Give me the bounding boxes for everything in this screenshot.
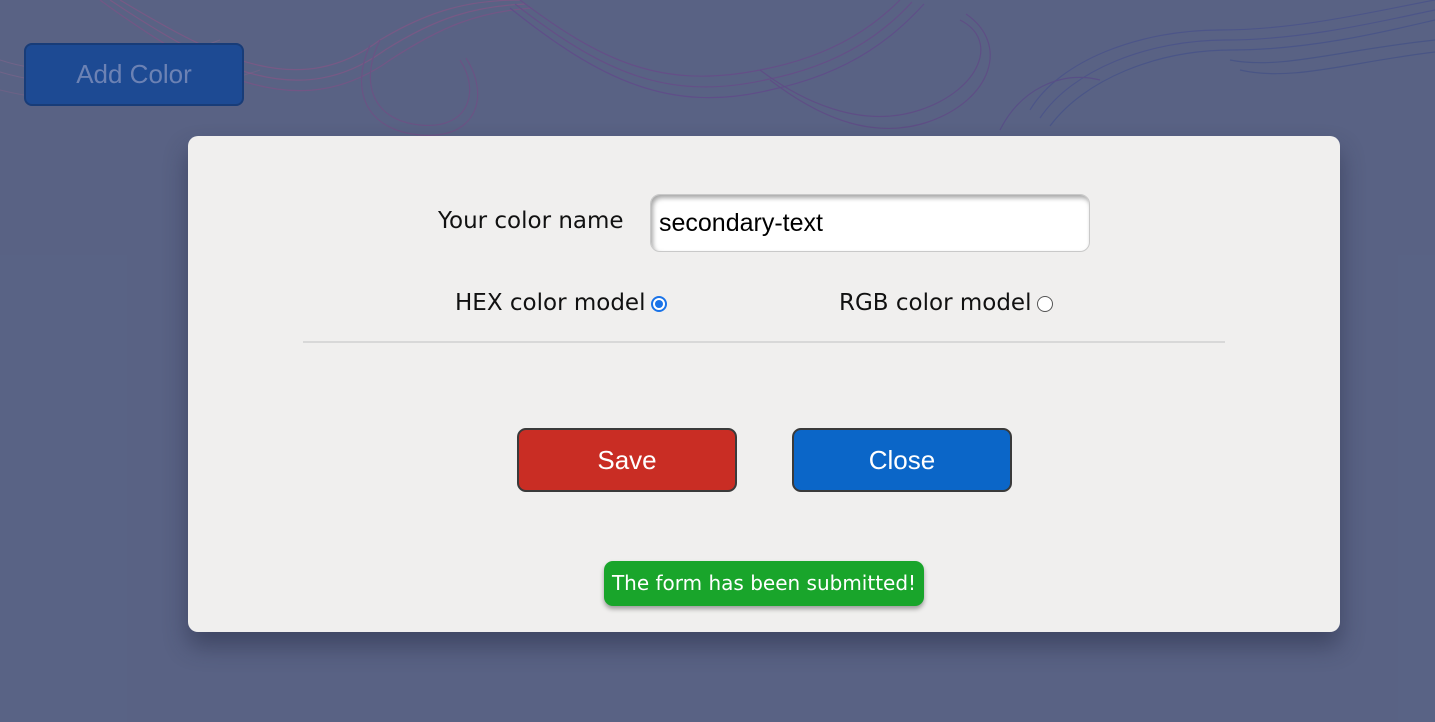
rgb-radio-button[interactable] <box>1037 296 1054 312</box>
close-button[interactable]: Close <box>792 428 1012 492</box>
save-button[interactable]: Save <box>517 428 737 492</box>
hex-color-model-option[interactable]: HEX color model <box>455 290 668 316</box>
rgb-color-model-option[interactable]: RGB color model <box>839 290 1054 316</box>
rgb-color-model-label: RGB color model <box>839 290 1032 316</box>
divider <box>303 341 1225 343</box>
color-name-input[interactable] <box>650 194 1090 252</box>
color-name-label: Your color name <box>438 208 624 234</box>
hex-radio-button[interactable] <box>651 296 668 312</box>
hex-color-model-label: HEX color model <box>455 290 646 316</box>
add-color-button[interactable]: Add Color <box>24 43 244 106</box>
success-message: The form has been submitted! <box>604 561 924 606</box>
add-color-dialog: Your color name HEX color model RGB colo… <box>188 136 1340 632</box>
